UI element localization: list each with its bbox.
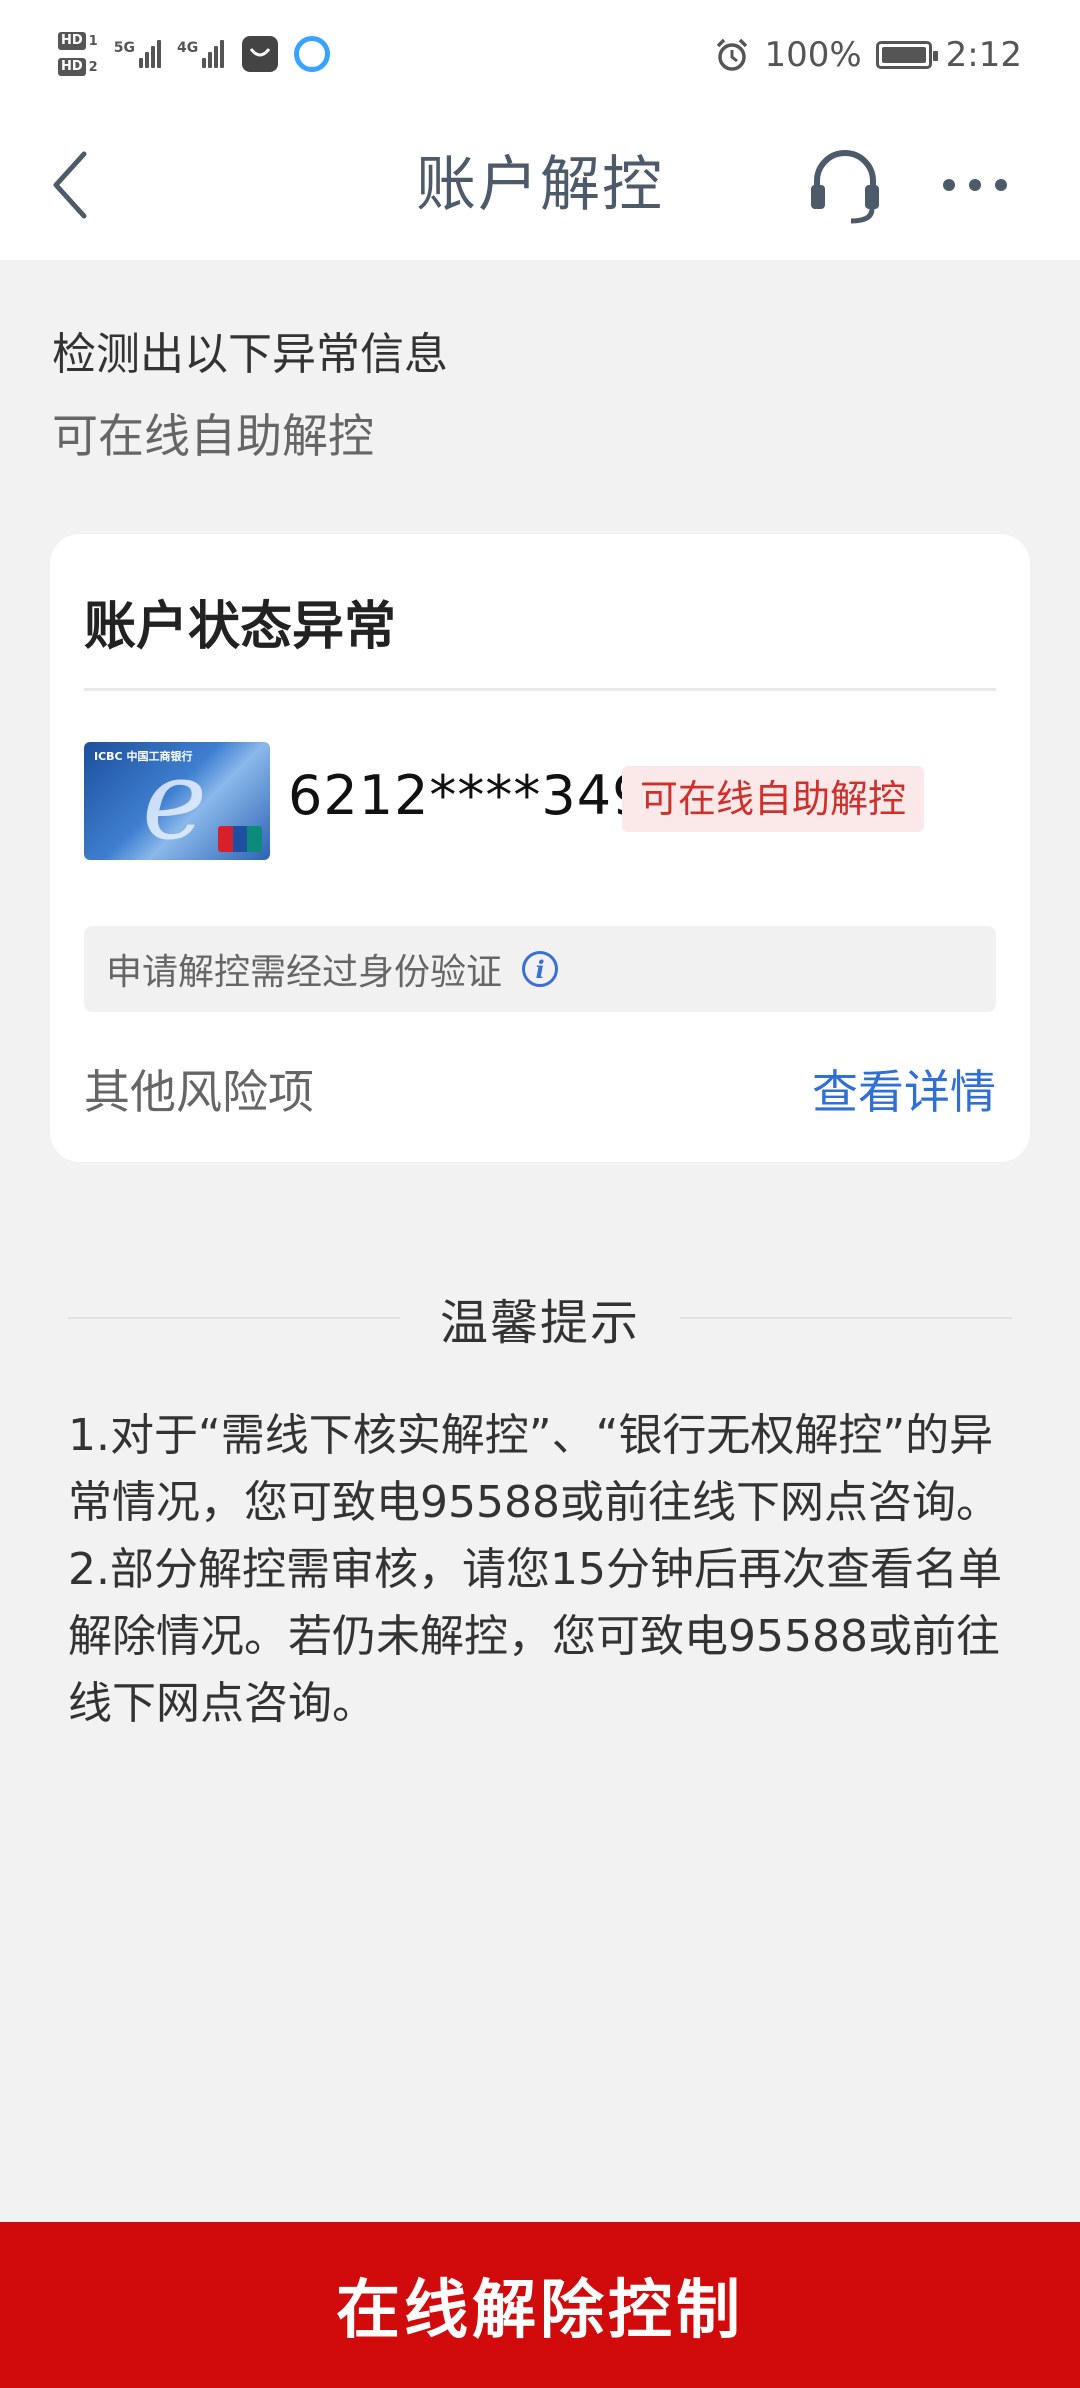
tips-divider-left	[68, 1317, 400, 1319]
bank-card-image: ICBC 中国工商银行 e	[84, 742, 270, 860]
view-details-link[interactable]: 查看详情	[812, 1056, 996, 1122]
hd1-num: 1	[88, 33, 98, 49]
info-icon[interactable]: i	[522, 951, 559, 987]
page-title: 账户解控	[416, 150, 664, 220]
self-service-hint: 可在线自助解控	[52, 409, 374, 463]
bank-card-logo-e: e	[142, 742, 208, 860]
card-divider	[84, 688, 996, 691]
alarm-icon	[717, 38, 748, 71]
tips-body: 1.对于“需线下核实解控”、“银行无权解控”的异常情况，您可致电95588或前往…	[68, 1402, 1012, 1737]
status-left-group: HD 1 HD 2 5G 4G	[58, 22, 331, 86]
tips-title: 温馨提示	[440, 1295, 641, 1351]
verification-notice: 申请解控需经过身份验证 i	[84, 926, 996, 1012]
hd2-label: HD	[58, 58, 86, 76]
headset-icon	[811, 150, 879, 224]
status-time: 2:12	[945, 35, 1022, 75]
nav-bar: 账户解控	[0, 110, 1080, 260]
more-dot	[995, 179, 1007, 191]
other-risk-label: 其他风险项	[84, 1065, 314, 1119]
tips-header: 温馨提示	[68, 1282, 1013, 1354]
status-badge: 可在线自助解控	[622, 766, 925, 832]
card-title: 账户状态异常	[84, 597, 397, 657]
signal-5g-icon: 5G	[114, 40, 161, 68]
signal-4g-icon: 4G	[176, 40, 225, 68]
online-unlock-button[interactable]: 在线解除控制	[0, 2222, 1080, 2388]
account-status-card: 账户状态异常 ICBC 中国工商银行 e 6212****3499 可在线自助解…	[50, 534, 1030, 1162]
hd2-num: 2	[88, 59, 98, 75]
hd1-label: HD	[58, 32, 86, 50]
battery-percent: 100%	[764, 35, 862, 75]
unionpay-logo-icon	[218, 826, 262, 852]
battery-icon	[875, 41, 938, 69]
hd-indicators: HD 1 HD 2	[58, 32, 98, 76]
detected-info-text: 检测出以下异常信息	[52, 329, 448, 380]
more-button[interactable]	[930, 145, 1020, 225]
tip-item-1: 1.对于“需线下核实解控”、“银行无权解控”的异常情况，您可致电95588或前往…	[68, 1410, 1000, 1528]
net1-label: 5G	[113, 40, 135, 56]
notification-app-icon	[242, 36, 279, 72]
status-right-group: 100% 2:12	[714, 30, 1022, 80]
customer-service-button[interactable]	[800, 145, 890, 225]
hd2-indicator: HD 2	[58, 58, 98, 76]
status-bar: HD 1 HD 2 5G 4G 100% 2:12	[0, 0, 1080, 110]
tips-divider-right	[680, 1317, 1013, 1319]
more-dot	[969, 179, 981, 191]
verify-text: 申请解控需经过身份验证	[106, 952, 503, 993]
tip-item-2: 2.部分解控需审核，请您15分钟后再次查看名单解除情况。若仍未解控，您可致电95…	[68, 1544, 1002, 1729]
more-dots-icon	[943, 179, 955, 191]
hd1-indicator: HD 1	[58, 32, 98, 50]
net2-label: 4G	[176, 40, 199, 56]
notification-browser-icon	[294, 36, 331, 72]
